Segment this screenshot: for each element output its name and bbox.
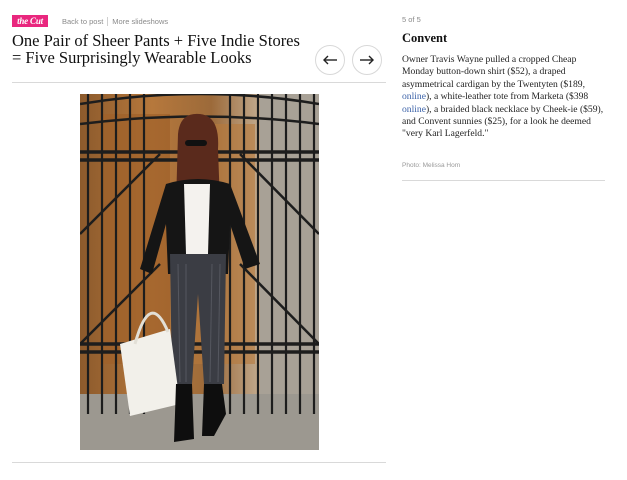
online-link[interactable]: online (402, 104, 426, 115)
slide-counter: 5 of 5 (402, 15, 421, 24)
caption-text-part: Owner Travis Wayne pulled a cropped Chea… (402, 54, 585, 90)
photo-divider (12, 462, 386, 463)
back-to-post-link[interactable]: Back to post (62, 17, 103, 26)
caption-text: Owner Travis Wayne pulled a cropped Chea… (402, 54, 607, 141)
caption-text-part: ), a white-leather tote from Marketa ($3… (425, 91, 589, 103)
arrow-left-icon (323, 55, 337, 65)
caption-title: Convent (402, 31, 448, 45)
title-divider (12, 82, 386, 83)
previous-slide-button[interactable] (315, 45, 345, 75)
arrow-right-icon (360, 55, 374, 65)
caption-text-part: ), a braided black necklace by Cheek-ie … (402, 103, 604, 140)
online-link[interactable]: online (402, 91, 426, 102)
nav-divider (107, 16, 109, 26)
top-nav: the Cut Back to post More slideshows (12, 14, 168, 28)
photo-credit: Photo: Melissa Hom (402, 162, 461, 169)
slide-photo (80, 94, 319, 450)
more-slideshows-link[interactable]: More slideshows (112, 17, 168, 26)
next-slide-button[interactable] (352, 45, 382, 75)
photo-illustration (80, 94, 319, 450)
caption-divider (402, 180, 605, 181)
the-cut-logo[interactable]: the Cut (12, 15, 48, 27)
slideshow-title: One Pair of Sheer Pants + Five Indie Sto… (12, 31, 300, 67)
